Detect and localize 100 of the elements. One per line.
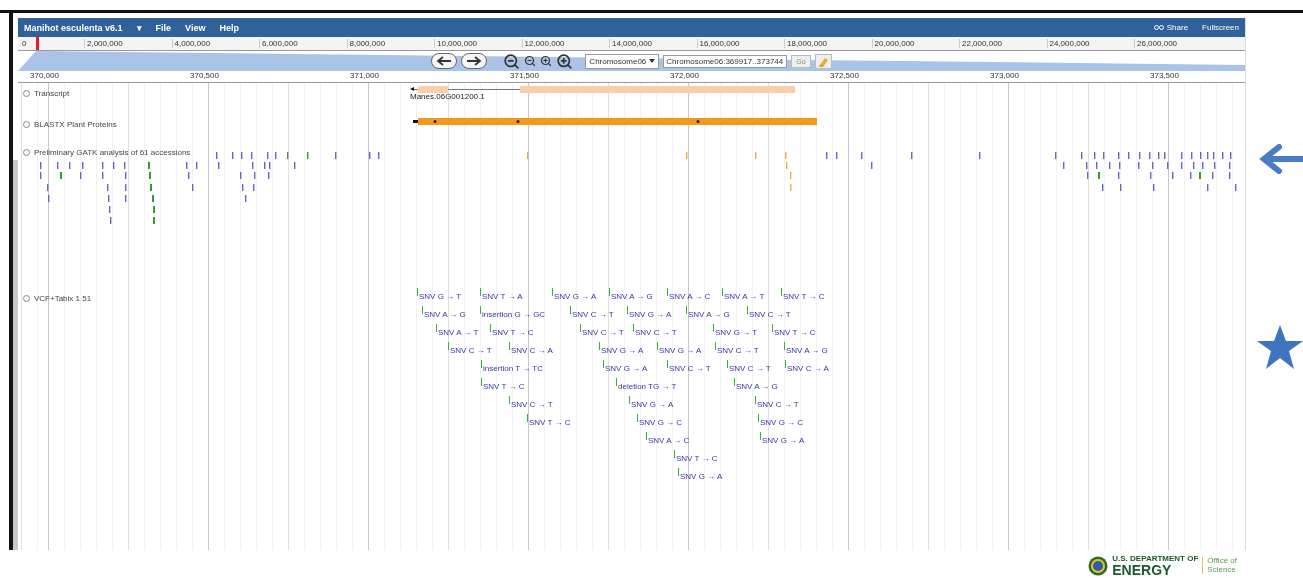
ruler-label: 26,000,000 bbox=[1134, 39, 1222, 48]
variant-label[interactable]: SNV C → A bbox=[785, 360, 829, 374]
caret-icon[interactable]: ▾ bbox=[136, 22, 142, 33]
variant-label[interactable]: SNV T → C bbox=[490, 324, 534, 338]
variant-label[interactable]: SNV C → T bbox=[580, 324, 624, 338]
link-icon bbox=[1153, 25, 1164, 30]
track-label: Transcript bbox=[34, 89, 70, 98]
variant-label[interactable]: SNV G → T bbox=[417, 288, 462, 302]
variant-label[interactable]: SNV A → C bbox=[646, 432, 690, 446]
share-button[interactable]: Share bbox=[1153, 23, 1189, 32]
variant-label[interactable]: SNV G → A bbox=[599, 342, 644, 356]
ruler-label: 12,000,000 bbox=[521, 39, 609, 48]
variant-label[interactable]: SNV G → A bbox=[552, 288, 597, 302]
seal-icon bbox=[1088, 555, 1109, 576]
ruler-label: 22,000,000 bbox=[959, 39, 1047, 48]
ruler-label: 6,000,000 bbox=[259, 39, 347, 48]
variant-label[interactable]: SNV T → C bbox=[527, 414, 571, 428]
track-label: BLASTX Plant Proteins bbox=[34, 120, 117, 129]
ruler-label: 370,500 bbox=[190, 71, 220, 82]
variant-label[interactable]: SNV A → G bbox=[686, 306, 730, 320]
reference-select[interactable]: Chromosome06 bbox=[585, 53, 660, 69]
highlight-button[interactable] bbox=[814, 53, 832, 69]
logo-department: U.S. DEPARTMENT OF bbox=[1112, 554, 1199, 563]
track-label: Preliminary GATK analysis of 61 accessions bbox=[34, 148, 191, 157]
track-close-button[interactable] bbox=[23, 121, 30, 128]
menu-item[interactable]: File bbox=[155, 22, 172, 33]
variant-label[interactable]: deletion TG → T bbox=[616, 378, 677, 392]
ruler-label: 372,500 bbox=[830, 71, 860, 82]
variant-label[interactable]: SNV A → G bbox=[784, 342, 828, 356]
variant-label[interactable]: SNV T → C bbox=[781, 288, 825, 302]
variant-label[interactable]: SNV C → T bbox=[570, 306, 614, 320]
variant-label[interactable]: SNV C → T bbox=[747, 306, 791, 320]
variant-label[interactable]: SNV G → C bbox=[637, 414, 683, 428]
pan-right-button[interactable] bbox=[461, 53, 488, 69]
ruler-label: 370,000 bbox=[30, 71, 60, 82]
logo-office: Science bbox=[1207, 565, 1237, 575]
location-marker[interactable] bbox=[36, 37, 39, 50]
arrow-right-icon bbox=[466, 56, 483, 66]
variant-label[interactable]: SNV T → C bbox=[674, 450, 718, 464]
variant-label[interactable]: SNV T → A bbox=[480, 288, 523, 302]
variant-label[interactable]: SNV G → A bbox=[627, 306, 672, 320]
ruler-label: 18,000,000 bbox=[784, 39, 872, 48]
variant-label[interactable]: SNV C → T bbox=[633, 324, 677, 338]
variant-label[interactable]: SNV A → C bbox=[667, 288, 711, 302]
variant-label[interactable]: insertion G → GC bbox=[480, 306, 546, 320]
scrollbar-thumb[interactable] bbox=[13, 160, 18, 550]
track-close-button[interactable] bbox=[23, 90, 30, 97]
variant-label[interactable]: SNV G → A bbox=[678, 468, 723, 482]
menu-item[interactable]: View bbox=[185, 22, 206, 33]
variant-label[interactable]: SNV A → G bbox=[609, 288, 653, 302]
variant-label[interactable]: SNV C → T bbox=[755, 396, 799, 410]
variant-label[interactable]: SNV A → T bbox=[436, 324, 479, 338]
location-field[interactable]: Chromosome06:369917..373744 bbox=[663, 54, 788, 68]
zoom-in-button[interactable] bbox=[540, 55, 553, 67]
ruler-label: 371,500 bbox=[510, 71, 540, 82]
zoom-out-button[interactable] bbox=[524, 55, 537, 67]
variant-label[interactable]: SNV C → T bbox=[448, 342, 492, 356]
ruler-label: 0 bbox=[21, 39, 28, 48]
variant-label[interactable]: SNV A → T bbox=[722, 288, 765, 302]
highlighter-icon bbox=[817, 55, 829, 67]
variant-label[interactable]: SNV C → T bbox=[715, 342, 759, 356]
ruler-label: 373,000 bbox=[990, 71, 1020, 82]
logo-office: Office of bbox=[1207, 556, 1237, 566]
ruler-label: 2,000,000 bbox=[84, 39, 172, 48]
variant-label[interactable]: SNV G → A bbox=[603, 360, 648, 374]
menu-item[interactable]: Help bbox=[219, 22, 239, 33]
genome-title[interactable]: Manihot esculenta v6.1 bbox=[24, 22, 123, 33]
variant-label[interactable]: SNV C → A bbox=[509, 342, 553, 356]
feature-name: Manes.06G001200.1 bbox=[410, 92, 485, 101]
variant-label[interactable]: SNV G → A bbox=[657, 342, 702, 356]
variant-label[interactable]: SNV C → T bbox=[667, 360, 711, 374]
variant-label[interactable]: SNV G → A bbox=[629, 396, 674, 410]
track-label: VCF+Tabix 1 51 bbox=[34, 294, 92, 303]
zoom-in-button[interactable] bbox=[556, 52, 574, 70]
logo-name: ENERGY bbox=[1112, 563, 1173, 577]
ruler-label: 371,000 bbox=[350, 71, 380, 82]
variant-label[interactable]: SNV A → G bbox=[734, 378, 778, 392]
ruler-label: 373,500 bbox=[1150, 71, 1180, 82]
variant-label[interactable]: SNV C → T bbox=[509, 396, 553, 410]
variant-label[interactable]: SNV T → C bbox=[481, 378, 525, 392]
variant-label[interactable]: SNV G → T bbox=[713, 324, 758, 338]
ruler-label: 10,000,000 bbox=[434, 39, 522, 48]
variant-label[interactable]: SNV G → A bbox=[760, 432, 805, 446]
fullscreen-button[interactable]: Fullscreen bbox=[1202, 23, 1239, 32]
ruler-label: 8,000,000 bbox=[346, 39, 434, 48]
ruler-label: 20,000,000 bbox=[871, 39, 959, 48]
variant-label[interactable]: SNV T → C bbox=[772, 324, 816, 338]
ruler-label: 4,000,000 bbox=[171, 39, 259, 48]
ruler-label: 16,000,000 bbox=[696, 39, 784, 48]
arrow-left-icon bbox=[436, 56, 453, 66]
pan-left-button[interactable] bbox=[431, 53, 458, 69]
variant-label[interactable]: SNV A → G bbox=[422, 306, 466, 320]
zoom-out-button[interactable] bbox=[503, 52, 521, 70]
track-close-button[interactable] bbox=[23, 149, 30, 156]
ruler-label: 14,000,000 bbox=[609, 39, 697, 48]
track-close-button[interactable] bbox=[23, 295, 30, 302]
star-icon bbox=[1257, 324, 1303, 370]
variant-label[interactable]: SNV C → T bbox=[727, 360, 771, 374]
variant-label[interactable]: SNV G → C bbox=[758, 414, 804, 428]
variant-label[interactable]: insertion T → TC bbox=[481, 360, 544, 374]
